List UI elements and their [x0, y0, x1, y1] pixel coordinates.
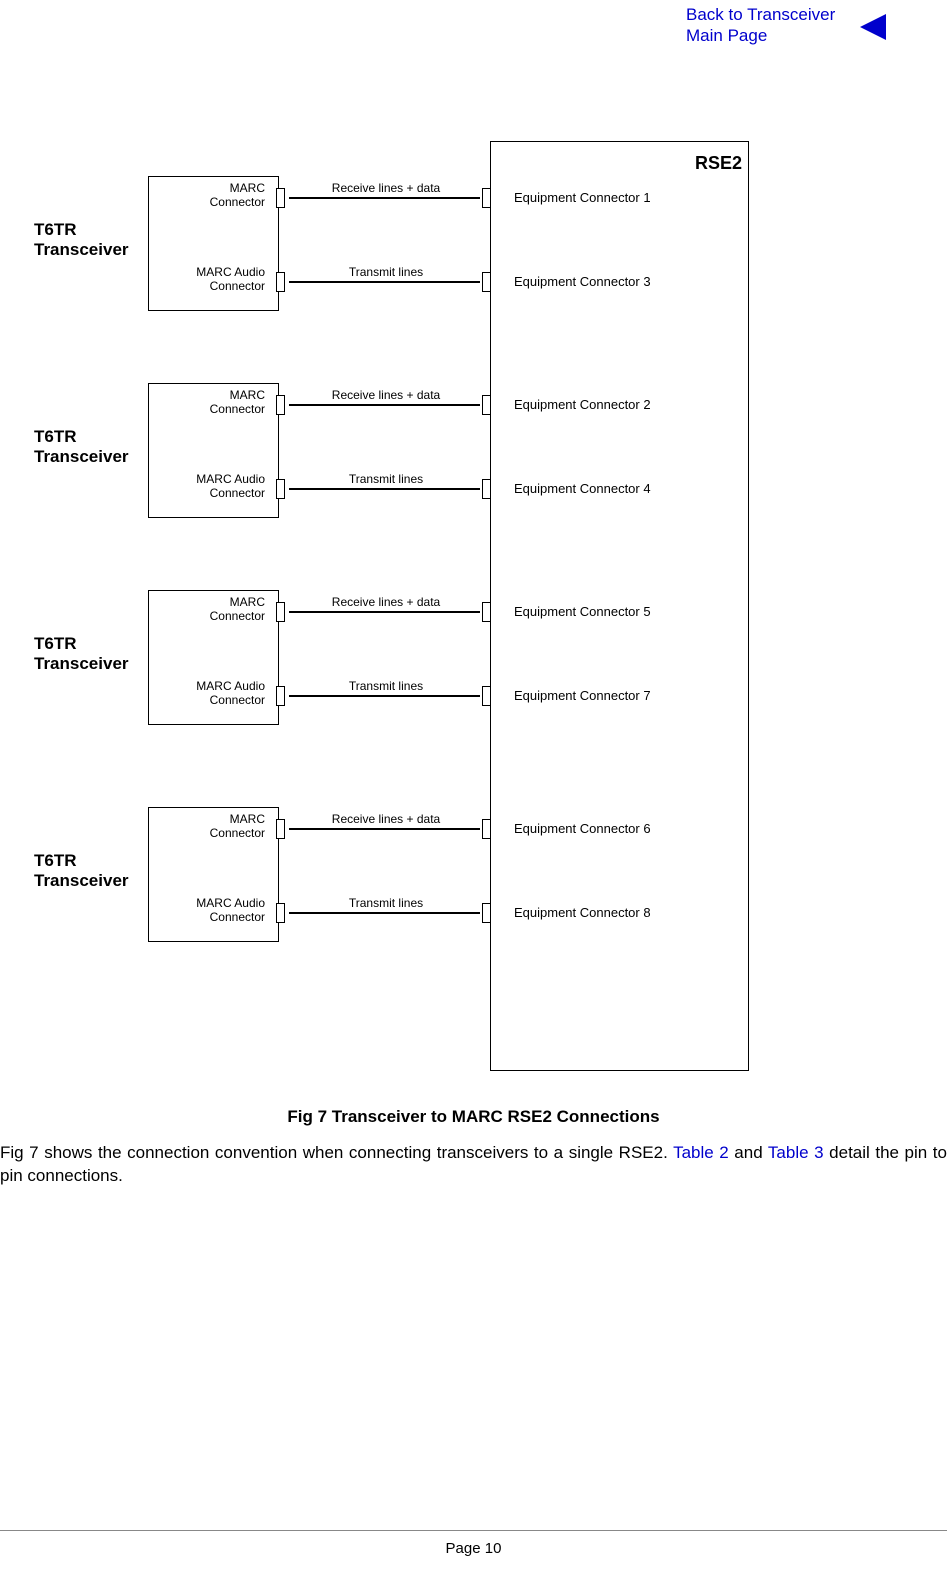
connection-line [289, 404, 480, 406]
figure-caption: Fig 7 Transceiver to MARC RSE2 Connectio… [0, 1107, 947, 1127]
connection-line [289, 695, 480, 697]
connector-label: MARCConnector [175, 596, 265, 624]
connector-port [482, 395, 491, 415]
line-label: Receive lines + data [296, 388, 476, 402]
line-label: Transmit lines [296, 265, 476, 279]
para-text: and [729, 1143, 768, 1162]
rse2-title: RSE2 [695, 153, 742, 174]
connector-port [276, 395, 285, 415]
connector-port [482, 903, 491, 923]
connection-line [289, 488, 480, 490]
line-label: Receive lines + data [296, 812, 476, 826]
connector-port [482, 819, 491, 839]
equipment-connector-label: Equipment Connector 8 [514, 905, 651, 920]
transceiver-label: T6TRTransceiver [34, 634, 144, 675]
equipment-connector-label: Equipment Connector 6 [514, 821, 651, 836]
connector-port [276, 188, 285, 208]
connector-port [482, 602, 491, 622]
connector-port [482, 686, 491, 706]
connector-label: MARC AudioConnector [175, 473, 265, 501]
connector-port [276, 903, 285, 923]
equipment-connector-label: Equipment Connector 4 [514, 481, 651, 496]
equipment-connector-label: Equipment Connector 3 [514, 274, 651, 289]
connection-line [289, 912, 480, 914]
connector-port [482, 479, 491, 499]
equipment-connector-label: Equipment Connector 5 [514, 604, 651, 619]
equipment-connector-label: Equipment Connector 7 [514, 688, 651, 703]
connector-label: MARCConnector [175, 182, 265, 210]
body-paragraph: Fig 7 shows the connection convention wh… [0, 1142, 947, 1188]
connector-port [276, 819, 285, 839]
connector-label: MARC AudioConnector [175, 680, 265, 708]
connection-line [289, 281, 480, 283]
equipment-connector-label: Equipment Connector 1 [514, 190, 651, 205]
connector-port [276, 602, 285, 622]
connector-port [276, 272, 285, 292]
connector-label: MARC AudioConnector [175, 897, 265, 925]
connection-line [289, 611, 480, 613]
line-label: Transmit lines [296, 679, 476, 693]
connector-port [276, 479, 285, 499]
page-number: Page 10 [0, 1540, 947, 1557]
connection-line [289, 828, 480, 830]
line-label: Receive lines + data [296, 181, 476, 195]
equipment-connector-label: Equipment Connector 2 [514, 397, 651, 412]
transceiver-label: T6TRTransceiver [34, 851, 144, 892]
connector-port [482, 272, 491, 292]
transceiver-label: T6TRTransceiver [34, 427, 144, 468]
connector-label: MARCConnector [175, 389, 265, 417]
footer-divider [0, 1530, 947, 1531]
table2-link[interactable]: Table 2 [673, 1143, 729, 1162]
para-text: Fig 7 shows the connection convention wh… [0, 1143, 673, 1162]
line-label: Transmit lines [296, 472, 476, 486]
line-label: Transmit lines [296, 896, 476, 910]
transceiver-label: T6TRTransceiver [34, 220, 144, 261]
connector-port [482, 188, 491, 208]
line-label: Receive lines + data [296, 595, 476, 609]
connection-line [289, 197, 480, 199]
connector-label: MARCConnector [175, 813, 265, 841]
table3-link[interactable]: Table 3 [768, 1143, 824, 1162]
connector-port [276, 686, 285, 706]
page: Back to Transceiver Main Page RSE2 T6TRT… [0, 0, 947, 1592]
connection-diagram: RSE2 T6TRTransceiver MARCConnector MARC Au… [0, 0, 947, 1120]
connector-label: MARC AudioConnector [175, 266, 265, 294]
